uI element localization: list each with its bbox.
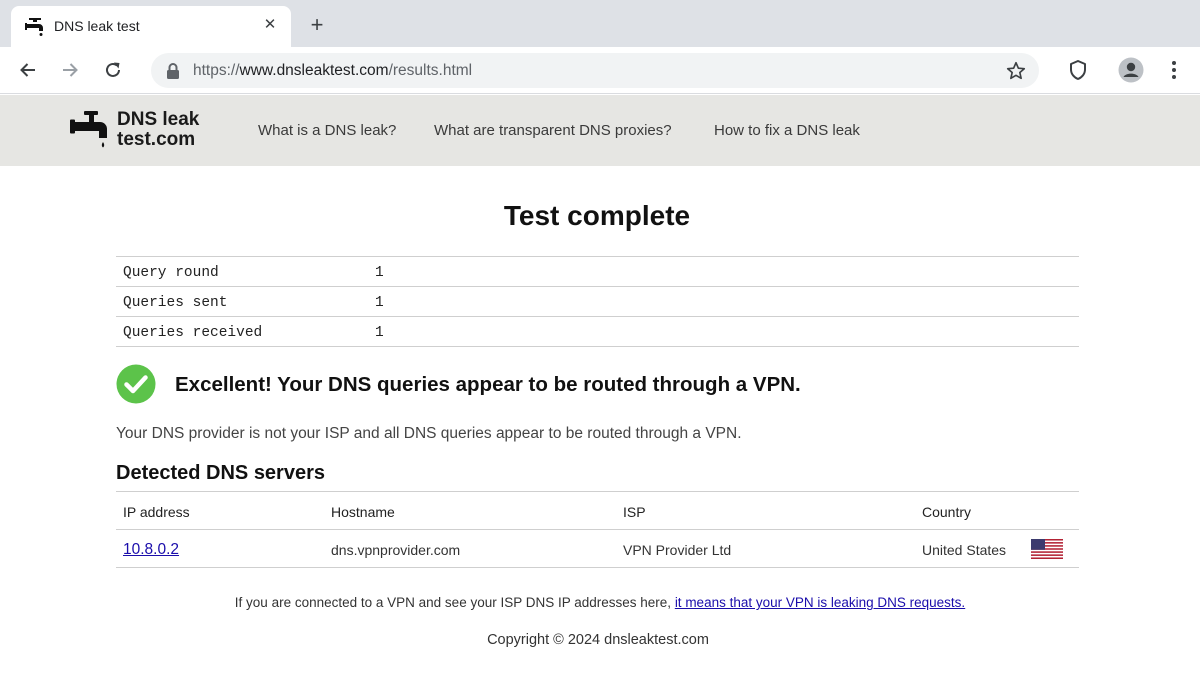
table-row: 10.8.0.2 dns.vpnprovider.com VPN Provide…: [116, 530, 1079, 568]
detected-dns-servers-heading: Detected DNS servers: [116, 462, 325, 484]
url-host: www.dnsleaktest.com: [239, 62, 389, 79]
new-tab-button[interactable]: +: [303, 12, 331, 40]
nav-what-is-dns-leak[interactable]: What is a DNS leak?: [258, 122, 396, 139]
page-title: Test complete: [503, 200, 691, 231]
forward-button[interactable]: [57, 57, 83, 83]
table-header-row: IP address Hostname ISP Country: [116, 492, 1079, 530]
stat-value: 1: [375, 265, 384, 281]
logo-line-1: DNS leak: [117, 109, 200, 130]
reload-icon: [106, 62, 120, 77]
hostname-cell: dns.vpnprovider.com: [331, 542, 461, 558]
ip-address-link[interactable]: 10.8.0.2: [123, 541, 179, 559]
tap-logo-icon: [70, 111, 107, 148]
close-tab-icon[interactable]: ✕: [261, 16, 279, 34]
table-row: Queries received 1: [116, 317, 1079, 347]
address-bar[interactable]: https://www.dnsleaktest.com/results.html: [151, 53, 1039, 88]
browser-menu-button[interactable]: [1161, 57, 1187, 83]
browser-tab-strip: DNS leak test ✕ +: [0, 0, 1200, 47]
kebab-menu-icon: [1172, 61, 1176, 79]
us-flag-icon: [1031, 539, 1063, 559]
browser-tab[interactable]: DNS leak test ✕: [11, 6, 291, 47]
url-scheme: https://: [193, 62, 240, 79]
result-description: Your DNS provider is not your ISP and al…: [116, 425, 742, 442]
browser-toolbar: https://www.dnsleaktest.com/results.html: [0, 47, 1200, 94]
query-stats-table: Query round 1 Queries sent 1 Queries rec…: [116, 256, 1079, 347]
stat-label: Query round: [123, 265, 219, 281]
shield-extension-icon: [1070, 60, 1086, 80]
stat-value: 1: [375, 295, 384, 311]
profile-button[interactable]: [1118, 57, 1144, 83]
dns-servers-table: IP address Hostname ISP Country 10.8.0.2…: [116, 491, 1079, 568]
table-row: Queries sent 1: [116, 287, 1079, 317]
url-text[interactable]: https://www.dnsleaktest.com/results.html: [193, 62, 472, 80]
forward-arrow-icon: [63, 63, 78, 77]
nav-transparent-dns-proxies[interactable]: What are transparent DNS proxies?: [434, 122, 672, 139]
table-row: Query round 1: [116, 257, 1079, 287]
column-header-country: Country: [922, 504, 972, 520]
checkmark-success-icon: [116, 364, 156, 404]
stat-label: Queries received: [123, 325, 263, 341]
column-header-hostname: Hostname: [331, 504, 395, 520]
url-path: /results.html: [388, 62, 473, 79]
vpn-leak-note: If you are connected to a VPN and see yo…: [0, 595, 1200, 610]
copyright: Copyright © 2024 dnsleaktest.com: [487, 632, 709, 648]
isp-cell: VPN Provider Ltd: [623, 542, 732, 558]
back-arrow-icon: [20, 63, 35, 77]
site-header: DNS leak test.com What is a DNS leak? Wh…: [0, 95, 1200, 166]
stat-label: Queries sent: [123, 295, 228, 311]
bookmark-star-icon[interactable]: [1005, 60, 1027, 82]
profile-avatar-icon: [1118, 57, 1144, 83]
logo-text: DNS leak test.com: [117, 110, 199, 150]
country-cell: United States: [922, 542, 1007, 558]
nav-fix-dns-leak[interactable]: How to fix a DNS leak: [714, 122, 860, 139]
lock-icon[interactable]: [165, 62, 181, 80]
tab-title: DNS leak test: [54, 18, 140, 34]
stat-value: 1: [375, 325, 384, 341]
column-header-ip: IP address: [123, 504, 190, 520]
vpn-leaking-link[interactable]: it means that your VPN is leaking DNS re…: [675, 595, 965, 610]
result-heading: Excellent! Your DNS queries appear to be…: [175, 373, 801, 396]
logo-line-2: test.com: [117, 129, 196, 150]
note-text: If you are connected to a VPN and see yo…: [234, 595, 675, 610]
column-header-isp: ISP: [623, 504, 646, 520]
reload-button[interactable]: [100, 57, 126, 83]
extension-button[interactable]: [1065, 57, 1091, 83]
tap-favicon-icon: [25, 18, 43, 36]
site-logo[interactable]: DNS leak test.com: [70, 109, 210, 153]
back-button[interactable]: [15, 57, 41, 83]
